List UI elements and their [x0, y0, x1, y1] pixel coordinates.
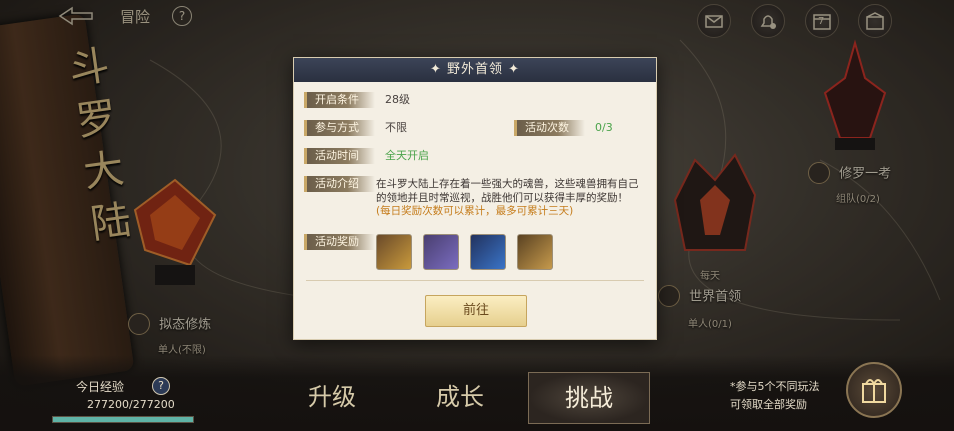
- dialog-title: 野外首领: [446, 62, 503, 77]
- sparkle-left-icon: ✦: [429, 62, 447, 77]
- row-times: 活动次数 0/3: [514, 120, 613, 136]
- reward-list: [376, 234, 559, 274]
- tag-intro: 活动介绍: [304, 176, 375, 192]
- exp-help-button[interactable]: ?: [152, 377, 170, 395]
- intro-note: (每日奖励次数可以累计，最多可累计三天): [376, 205, 574, 217]
- exp-progress-bar: [52, 416, 194, 423]
- tag-reward: 活动奖励: [304, 234, 375, 250]
- row-mode: 参与方式 不限: [304, 120, 407, 136]
- divider: [306, 280, 644, 281]
- go-button[interactable]: 前往: [425, 295, 527, 327]
- reward-tip: *参与5个不同玩法 可领取全部奖励: [730, 378, 820, 414]
- sparkle-right-icon: ✦: [503, 62, 521, 77]
- tag-mode: 参与方式: [304, 120, 375, 136]
- row-intro: 活动介绍: [304, 176, 375, 192]
- exp-value: 277200/277200: [87, 398, 175, 411]
- tab-challenge[interactable]: 挑战: [528, 372, 650, 424]
- tag-time: 活动时间: [304, 148, 375, 164]
- tag-condition: 开启条件: [304, 92, 375, 108]
- value-mode: 不限: [385, 121, 407, 134]
- reward-item-arrow[interactable]: [517, 234, 554, 270]
- row-time: 活动时间 全天开启: [304, 148, 429, 164]
- value-condition: 28级: [385, 93, 410, 106]
- row-reward: 活动奖励: [304, 234, 375, 250]
- gift-button[interactable]: [846, 362, 902, 418]
- dialog-header: ✦ 野外首领 ✦: [294, 58, 656, 82]
- exp-progress-fill: [53, 417, 193, 422]
- reward-item-book[interactable]: [423, 234, 460, 270]
- reward-item-pouch[interactable]: [470, 234, 507, 270]
- gift-icon: [862, 379, 886, 403]
- reward-item-scroll[interactable]: [376, 234, 412, 270]
- tab-growth[interactable]: 成长: [400, 372, 520, 422]
- intro-description: 在斗罗大陆上存在着一些强大的魂兽，这些魂兽拥有自己的领地并且时常巡视，战胜他们可…: [376, 178, 639, 204]
- intro-text: 在斗罗大陆上存在着一些强大的魂兽，这些魂兽拥有自己的领地并且时常巡视，战胜他们可…: [376, 178, 644, 219]
- tag-times: 活动次数: [514, 120, 585, 136]
- value-time: 全天开启: [385, 149, 429, 162]
- tab-upgrade[interactable]: 升级: [272, 372, 392, 422]
- exp-label: 今日经验: [76, 380, 125, 394]
- tip-line-2: 可领取全部奖励: [730, 398, 807, 411]
- field-boss-dialog: ✦ 野外首领 ✦ 开启条件 28级 参与方式 不限 活动次数 0/3 活动时间 全天开启…: [293, 57, 657, 340]
- row-condition: 开启条件 28级: [304, 92, 410, 108]
- tip-line-1: *参与5个不同玩法: [730, 380, 820, 393]
- value-times: 0/3: [595, 121, 613, 134]
